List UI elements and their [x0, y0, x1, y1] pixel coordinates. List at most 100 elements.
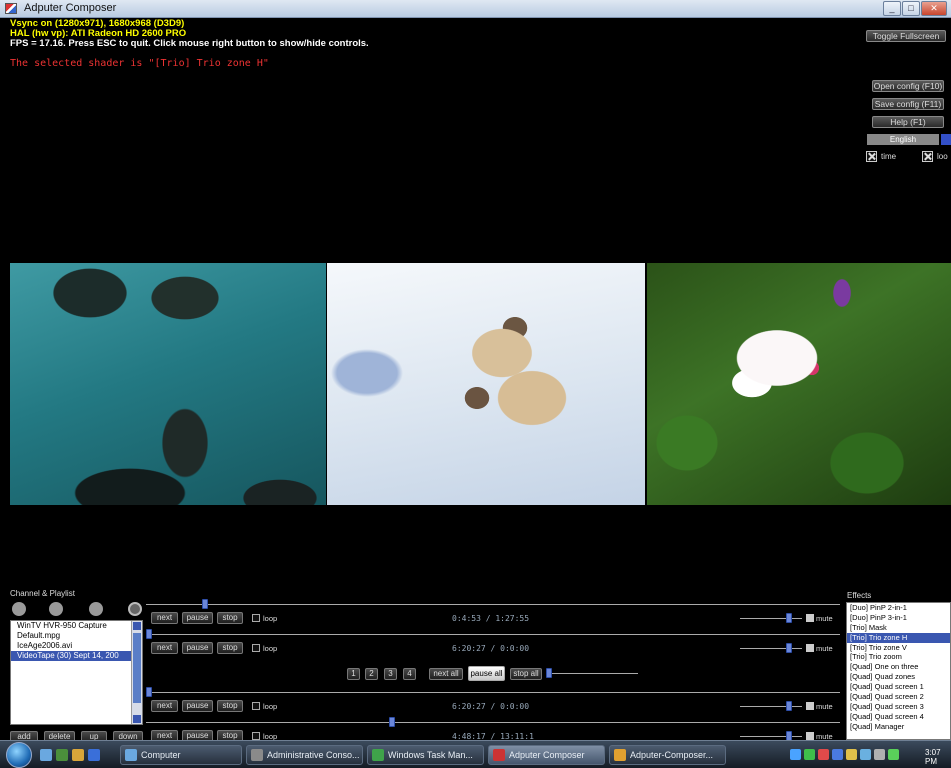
stop-button[interactable]: stop [217, 612, 243, 624]
channel-4-select-button[interactable]: 4 [403, 668, 416, 680]
taskbar-item[interactable]: Administrative Conso... [246, 745, 363, 765]
playback-time: 6:20:27 / 0:0:00 [452, 644, 530, 653]
channel-4-button[interactable] [128, 602, 142, 616]
effect-item[interactable]: [Quad] Quad screen 1 [847, 682, 950, 692]
taskbar-item[interactable]: Windows Task Man... [367, 745, 484, 765]
seek-track[interactable] [146, 604, 840, 605]
time-checkbox[interactable] [866, 151, 877, 162]
playlist-item[interactable]: IceAge2006.avi [11, 641, 142, 651]
channel-3-button[interactable] [89, 602, 103, 616]
effect-item[interactable]: [Quad] Quad zones [847, 672, 950, 682]
pause-button[interactable]: pause [182, 612, 213, 624]
playlist[interactable]: WinTV HVR-950 Capture Default.mpg IceAge… [10, 620, 143, 725]
effects-list[interactable]: [Duo] PinP 2-in-1 [Duo] PinP 3-in-1 [Tri… [846, 602, 951, 740]
seek-knob[interactable] [389, 717, 395, 727]
tray-icon[interactable] [804, 749, 815, 760]
maximize-button[interactable]: □ [902, 1, 920, 16]
minimize-button[interactable]: _ [883, 1, 901, 16]
quicklaunch-icon[interactable] [72, 749, 84, 761]
save-config-button[interactable]: Save config (F11) [872, 98, 944, 110]
effect-item[interactable]: [Duo] PinP 3-in-1 [847, 613, 950, 623]
tray-icon[interactable] [790, 749, 801, 760]
channel-1-button[interactable] [12, 602, 26, 616]
quicklaunch-icon[interactable] [56, 749, 68, 761]
close-button[interactable]: ✕ [921, 1, 947, 16]
volume-track[interactable] [740, 706, 802, 707]
volume-track[interactable] [740, 648, 802, 649]
channel-2-button[interactable] [49, 602, 63, 616]
seek-knob[interactable] [146, 687, 152, 697]
mute-checkbox[interactable] [806, 732, 814, 740]
tray-icon[interactable] [888, 749, 899, 760]
next-button[interactable]: next [151, 700, 178, 712]
pause-button[interactable]: pause [182, 642, 213, 654]
loop-checkbox[interactable] [252, 644, 260, 652]
loop-checkbox[interactable] [252, 702, 260, 710]
seek-track[interactable] [146, 634, 840, 635]
mute-checkbox[interactable] [806, 614, 814, 622]
start-button[interactable] [6, 742, 32, 768]
effect-item[interactable]: [Quad] Quad screen 3 [847, 702, 950, 712]
stop-button[interactable]: stop [217, 642, 243, 654]
channel-3-select-button[interactable]: 3 [384, 668, 397, 680]
open-config-button[interactable]: Open config (F10) [872, 80, 944, 92]
language-select[interactable]: English [867, 134, 939, 145]
volume-knob[interactable] [786, 613, 792, 623]
master-volume-knob[interactable] [546, 668, 552, 678]
playlist-scrollbar[interactable] [131, 621, 142, 724]
seek-track[interactable] [146, 722, 840, 723]
volume-knob[interactable] [786, 701, 792, 711]
network-icon[interactable] [860, 749, 871, 760]
scroll-down-arrow-icon[interactable] [133, 715, 141, 723]
show-desktop-icon[interactable] [40, 749, 52, 761]
tray-icon[interactable] [818, 749, 829, 760]
seek-knob[interactable] [146, 629, 152, 639]
effect-item[interactable]: [Trio] Trio zone V [847, 643, 950, 653]
volume-icon[interactable] [874, 749, 885, 760]
loop-checkbox[interactable] [252, 732, 260, 740]
next-all-button[interactable]: next all [429, 668, 463, 680]
next-button[interactable]: next [151, 642, 178, 654]
effect-item[interactable]: [Duo] PinP 2-in-1 [847, 603, 950, 613]
volume-knob[interactable] [786, 643, 792, 653]
next-button[interactable]: next [151, 612, 178, 624]
toggle-fullscreen-button[interactable]: Toggle Fullscreen [866, 30, 946, 42]
loop-checkbox[interactable] [922, 151, 933, 162]
pause-button[interactable]: pause [182, 700, 213, 712]
scroll-up-arrow-icon[interactable] [133, 622, 141, 630]
taskbar-item-active[interactable]: Adputer Composer [488, 745, 605, 765]
quicklaunch-icon[interactable] [88, 749, 100, 761]
effect-item[interactable]: [Quad] Quad screen 4 [847, 712, 950, 722]
seek-track[interactable] [146, 692, 840, 693]
stop-button[interactable]: stop [217, 700, 243, 712]
mute-checkbox[interactable] [806, 702, 814, 710]
tray-icon[interactable] [832, 749, 843, 760]
help-button[interactable]: Help (F1) [872, 116, 944, 128]
playlist-item-selected[interactable]: VideoTape (30) Sept 14, 200 [11, 651, 142, 661]
volume-track[interactable] [740, 736, 802, 737]
effect-item[interactable]: [Quad] Manager [847, 722, 950, 732]
taskbar-item[interactable]: Adputer-Composer... [609, 745, 726, 765]
tray-icon[interactable] [846, 749, 857, 760]
effect-item[interactable]: [Quad] One on three [847, 662, 950, 672]
task-manager-icon [372, 749, 384, 761]
mute-checkbox[interactable] [806, 644, 814, 652]
effect-item-selected[interactable]: [Trio] Trio zone H [847, 632, 950, 643]
effect-item[interactable]: [Trio] Mask [847, 623, 950, 633]
volume-track[interactable] [740, 618, 802, 619]
taskbar-item[interactable]: Computer [120, 745, 242, 765]
pause-all-button[interactable]: pause all [468, 666, 505, 681]
effect-item[interactable]: [Trio] Trio zoom [847, 652, 950, 662]
stop-all-button[interactable]: stop all [510, 668, 542, 680]
language-dropdown-arrow[interactable] [941, 134, 951, 145]
playlist-item[interactable]: WinTV HVR-950 Capture [11, 621, 142, 631]
master-volume-track[interactable] [546, 673, 638, 674]
channel-1-select-button[interactable]: 1 [347, 668, 360, 680]
video-panel-underwater [10, 263, 326, 505]
effect-item[interactable]: [Quad] Quad screen 2 [847, 692, 950, 702]
channel-2-select-button[interactable]: 2 [365, 668, 378, 680]
seek-knob[interactable] [202, 599, 208, 609]
loop-checkbox[interactable] [252, 614, 260, 622]
scroll-thumb[interactable] [133, 633, 141, 703]
playlist-item[interactable]: Default.mpg [11, 631, 142, 641]
